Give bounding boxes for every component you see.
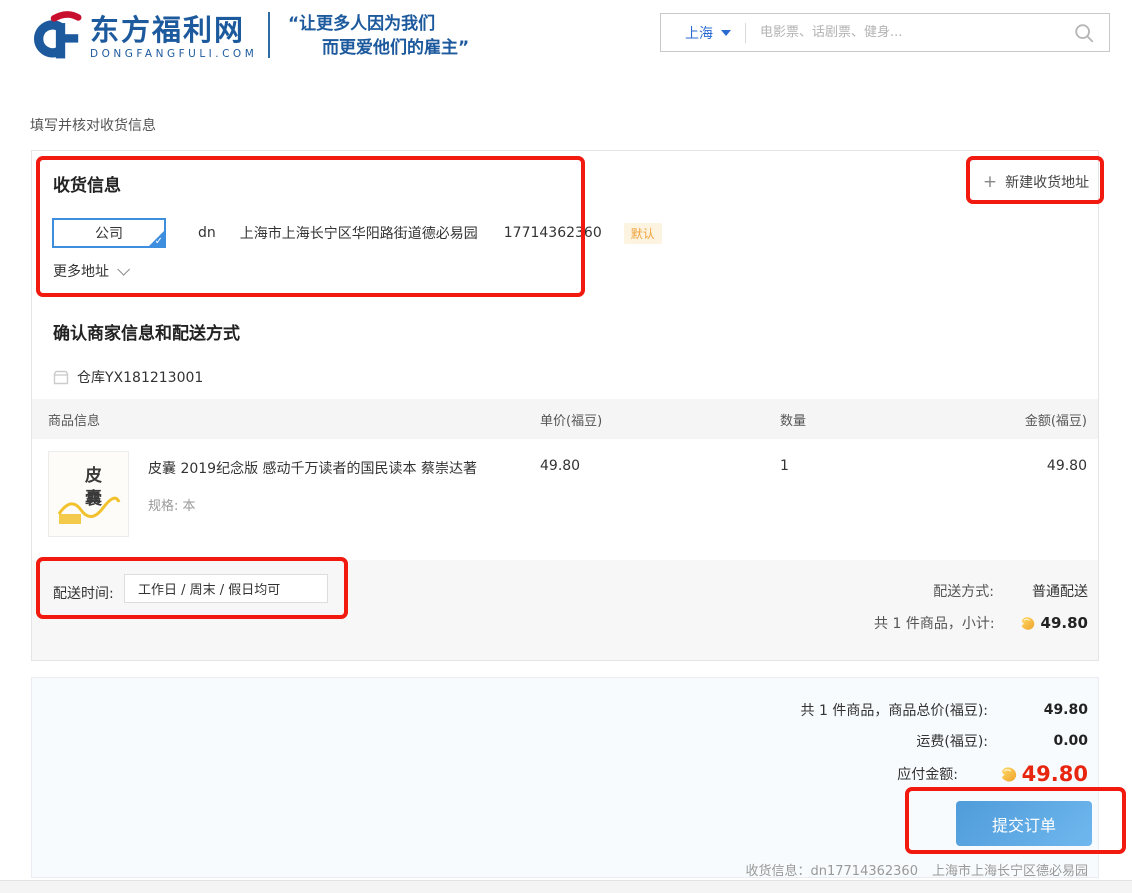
city-name: 上海: [685, 23, 713, 43]
slogan-line-1: “让更多人因为我们: [288, 12, 469, 36]
quantity-value: 1: [780, 451, 940, 537]
subtotal-label: 共 1 件商品，小计:: [874, 613, 995, 633]
table-row: 皮囊 皮囊 2019纪念版 感动千万读者的国民读本 蔡崇达著 规格: 本 49.…: [32, 451, 1098, 537]
search-input[interactable]: [746, 25, 1073, 40]
warehouse-row: 仓库YX181213001: [53, 367, 203, 387]
plus-icon: +: [983, 172, 997, 192]
chevron-down-icon: [117, 263, 130, 276]
total-label: 共 1 件商品，商品总价(福豆):: [801, 700, 988, 720]
unit-price-value: 49.80: [540, 451, 780, 537]
shipping-fee-value: 0.00: [988, 733, 1088, 749]
recipient-phone: 17714362360: [504, 225, 602, 241]
brand-domain: DONGFANGFULI.COM: [90, 48, 257, 60]
header-divider: [268, 12, 270, 58]
default-badge: 默认: [624, 223, 662, 244]
new-address-button[interactable]: + 新建收货地址: [971, 164, 1101, 200]
recipient-address: 上海市上海长宁区华阳路街道德必易园: [240, 223, 478, 243]
payable-label: 应付金额:: [897, 764, 958, 784]
delivery-time-label: 配送时间:: [53, 583, 114, 603]
col-product: 商品信息: [48, 410, 540, 429]
new-address-label: 新建收货地址: [1005, 172, 1089, 192]
submit-order-button[interactable]: 提交订单: [956, 801, 1092, 846]
search-bar: 上海: [660, 13, 1110, 52]
more-addresses-label: 更多地址: [53, 261, 109, 281]
recipient-name: dn: [198, 225, 216, 241]
merchant-section-title: 确认商家信息和配送方式: [53, 319, 240, 344]
footer-address: 上海市上海长宁区德必易园: [932, 864, 1088, 879]
product-title[interactable]: 皮囊 2019纪念版 感动千万读者的国民读本 蔡崇达著: [148, 458, 477, 478]
check-icon: ✓: [155, 237, 163, 247]
address-tag-company[interactable]: 公司 ✓: [52, 218, 166, 248]
site-logo[interactable]: 东方福利网 DONGFANGFULI.COM: [26, 10, 257, 64]
cover-art: [57, 492, 121, 526]
items-table-header: 商品信息 单价(福豆) 数量 金额(福豆): [32, 399, 1098, 439]
product-image[interactable]: 皮囊: [48, 451, 129, 537]
brand-logo-icon: [26, 10, 82, 64]
product-spec: 规格: 本: [148, 495, 477, 514]
delivery-method-value: 普通配送: [1018, 581, 1088, 601]
site-header: 东方福利网 DONGFANGFULI.COM “让更多人因为我们 而更爱他们的雇…: [0, 0, 1132, 76]
search-icon[interactable]: [1073, 22, 1095, 44]
delivery-time-select[interactable]: 工作日 / 周末 / 假日均可: [124, 574, 328, 603]
footer-phone: dn17714362360: [811, 864, 918, 879]
col-quantity: 数量: [780, 410, 940, 429]
shipping-section-title: 收货信息: [53, 171, 121, 196]
bean-coin-icon: [999, 766, 1018, 783]
checkout-page: 东方福利网 DONGFANGFULI.COM “让更多人因为我们 而更爱他们的雇…: [0, 0, 1132, 893]
footer-label: 收货信息：: [745, 864, 810, 879]
chevron-down-icon: [721, 30, 731, 36]
shipping-fee-label: 运费(福豆):: [916, 731, 988, 751]
subtotal-value: 49.80: [1041, 614, 1088, 632]
page-title: 填写并核对收货信息: [30, 115, 156, 135]
amount-value: 49.80: [940, 451, 1098, 537]
col-amount: 金额(福豆): [940, 410, 1098, 429]
delivery-method-label: 配送方式:: [933, 581, 994, 601]
delivery-section: 配送时间: 工作日 / 周末 / 假日均可 配送方式: 普通配送 共 1 件商品…: [32, 560, 1098, 660]
address-row: 公司 ✓ dn 上海市上海长宁区华阳路街道德必易园 17714362360 默认: [52, 218, 662, 248]
brand-slogan: “让更多人因为我们 而更爱他们的雇主”: [288, 12, 469, 60]
delivery-time-value: 工作日 / 周末 / 假日均可: [138, 579, 280, 598]
page-bottom-strip: [0, 880, 1132, 893]
payable-value: 49.80: [1022, 762, 1088, 786]
city-selector[interactable]: 上海: [661, 23, 745, 43]
address-tag-label: 公司: [95, 223, 123, 243]
brand-name: 东方福利网: [90, 14, 257, 46]
slogan-line-2: 而更爱他们的雇主”: [288, 36, 469, 60]
footer-shipping-info: 收货信息：dn17714362360 上海市上海长宁区德必易园: [745, 860, 1088, 879]
total-value: 49.80: [988, 702, 1088, 718]
bean-coin-icon: [1019, 616, 1036, 631]
order-panel: 收货信息 + 新建收货地址 公司 ✓ dn 上海市上海长宁区华阳路街道德必易园 …: [31, 150, 1099, 661]
more-addresses-link[interactable]: 更多地址: [53, 261, 126, 281]
shop-icon: [53, 370, 69, 385]
col-unit-price: 单价(福豆): [540, 410, 780, 429]
summary-panel: 共 1 件商品，商品总价(福豆): 49.80 运费(福豆): 0.00 应付金…: [31, 677, 1099, 878]
warehouse-name: 仓库YX181213001: [77, 367, 203, 387]
